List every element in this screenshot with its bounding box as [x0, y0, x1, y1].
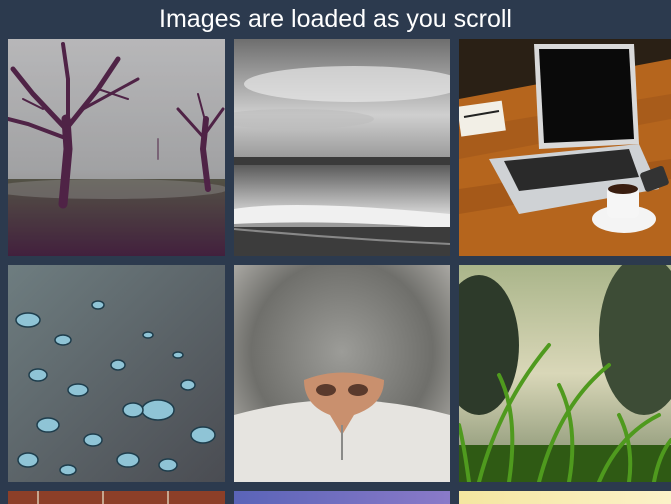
gallery-image-black-white-beach[interactable] — [234, 39, 450, 256]
gallery-image-water-droplets[interactable] — [8, 265, 225, 482]
gallery-image-grass-trees[interactable] — [459, 265, 671, 482]
gallery-image-foggy-trees[interactable] — [8, 39, 225, 256]
gallery-image-bright-light[interactable] — [459, 491, 671, 504]
gallery-image-laptop-coffee[interactable] — [459, 39, 671, 256]
gallery-image-blue-sky[interactable] — [234, 491, 450, 504]
gallery-image-brick-wall[interactable] — [8, 491, 225, 504]
image-gallery — [0, 0, 671, 504]
gallery-image-cat-nose[interactable] — [234, 265, 450, 482]
